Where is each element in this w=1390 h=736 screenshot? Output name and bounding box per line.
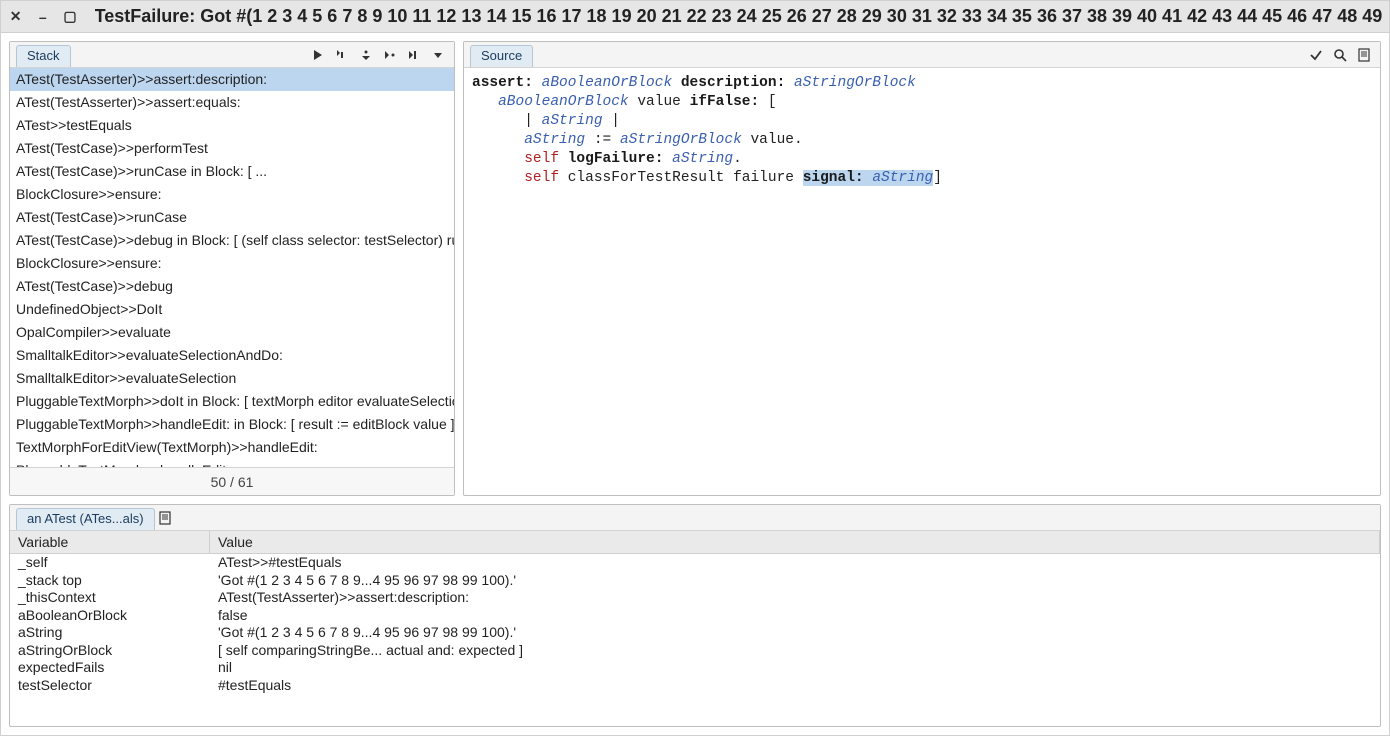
inspector-panel: an ATest (ATes...als) Variable Value _se… xyxy=(9,504,1381,727)
argument: aStringOrBlock xyxy=(794,75,916,91)
variable-name: _self xyxy=(10,554,210,572)
stack-row[interactable]: PluggableTextMorph>>doIt in Block: [ tex… xyxy=(10,390,454,413)
variable-value: ATest(TestAsserter)>>assert:description: xyxy=(210,589,1380,607)
variable-name: _thisContext xyxy=(10,589,210,607)
stack-row[interactable]: ATest(TestAsserter)>>assert:description: xyxy=(10,68,454,91)
message: failure xyxy=(733,170,794,186)
stack-row[interactable]: PluggableTextMorph>>handleEdit: in Block… xyxy=(10,413,454,436)
col-variable[interactable]: Variable xyxy=(10,531,210,553)
stack-row[interactable]: TextMorphForEditView(TextMorph)>>handleE… xyxy=(10,436,454,459)
variable-name: _stack top xyxy=(10,572,210,590)
keyword: assert: xyxy=(472,75,533,91)
variable-table-header: Variable Value xyxy=(10,531,1380,554)
selection-highlight: signal: aString xyxy=(803,170,934,186)
minimize-icon[interactable]: – xyxy=(34,8,51,26)
stack-counter: 50 / 61 xyxy=(10,467,454,495)
search-icon[interactable] xyxy=(1330,45,1350,65)
tab-source[interactable]: Source xyxy=(470,45,533,67)
debugger-window: ✕ – ▢ TestFailure: Got #(1 2 3 4 5 6 7 8… xyxy=(0,0,1390,736)
temp-var: aString xyxy=(672,151,733,167)
variable-name: aString xyxy=(10,624,210,642)
stack-row[interactable]: ATest>>testEquals xyxy=(10,114,454,137)
message: classForTestResult xyxy=(568,170,725,186)
keyword: description: xyxy=(681,75,785,91)
top-row: Stack xyxy=(9,41,1381,496)
temp-var: aString xyxy=(524,132,585,148)
run-to-here-icon[interactable] xyxy=(404,45,424,65)
step-into-icon[interactable] xyxy=(332,45,352,65)
stack-row[interactable]: ATest(TestCase)>>runCase in Block: [ ... xyxy=(10,160,454,183)
stack-list[interactable]: ATest(TestAsserter)>>assert:description:… xyxy=(10,68,454,467)
message: value. xyxy=(750,132,802,148)
stack-row[interactable]: SmalltalkEditor>>evaluateSelection xyxy=(10,367,454,390)
variable-table-body[interactable]: _selfATest>>#testEquals_stack top'Got #(… xyxy=(10,554,1380,726)
source-code[interactable]: assert: aBooleanOrBlock description: aSt… xyxy=(464,68,1380,495)
col-value[interactable]: Value xyxy=(210,531,1380,553)
keyword: ifFalse: xyxy=(690,94,760,110)
variable-value: 'Got #(1 2 3 4 5 6 7 8 9...4 95 96 97 98… xyxy=(210,572,1380,590)
argument: aStringOrBlock xyxy=(620,132,742,148)
variable-value: [ self comparingStringBe... actual and: … xyxy=(210,642,1380,660)
variable-row[interactable]: _selfATest>>#testEquals xyxy=(10,554,1380,572)
stack-row[interactable]: SmalltalkEditor>>evaluateSelectionAndDo: xyxy=(10,344,454,367)
variable-row[interactable]: testSelector#testEquals xyxy=(10,677,1380,695)
stack-row[interactable]: OpalCompiler>>evaluate xyxy=(10,321,454,344)
temp-var: aString xyxy=(542,113,603,129)
variable-value: false xyxy=(210,607,1380,625)
tab-stack[interactable]: Stack xyxy=(16,45,71,67)
argument: aBooleanOrBlock xyxy=(542,75,673,91)
maximize-icon[interactable]: ▢ xyxy=(61,8,78,26)
stack-row[interactable]: BlockClosure>>ensure: xyxy=(10,183,454,206)
variable-row[interactable]: _thisContextATest(TestAsserter)>>assert:… xyxy=(10,589,1380,607)
variable-name: aStringOrBlock xyxy=(10,642,210,660)
stack-panel-head: Stack xyxy=(10,42,454,68)
stack-row[interactable]: ATest(TestCase)>>runCase xyxy=(10,206,454,229)
stack-row[interactable]: ATest(TestCase)>>debug in Block: [ (self… xyxy=(10,229,454,252)
variable-row[interactable]: aString'Got #(1 2 3 4 5 6 7 8 9...4 95 9… xyxy=(10,624,1380,642)
variable-name: testSelector xyxy=(10,677,210,695)
page-icon[interactable] xyxy=(155,508,175,528)
variable-value: #testEquals xyxy=(210,677,1380,695)
stack-row[interactable]: ATest(TestCase)>>performTest xyxy=(10,137,454,160)
step-over-icon[interactable] xyxy=(356,45,376,65)
pseudo-self: self xyxy=(524,151,559,167)
window-title: TestFailure: Got #(1 2 3 4 5 6 7 8 9 10 … xyxy=(95,6,1383,27)
source-panel: Source assert: aBooleanOrBlock descripti… xyxy=(463,41,1381,496)
keyword: logFailure: xyxy=(568,151,664,167)
assign: := xyxy=(594,132,611,148)
variable-name: aBooleanOrBlock xyxy=(10,607,210,625)
accept-icon[interactable] xyxy=(1306,45,1326,65)
variable-row[interactable]: aStringOrBlock[ self comparingStringBe..… xyxy=(10,642,1380,660)
variable-name: expectedFails xyxy=(10,659,210,677)
keyword: signal: xyxy=(803,170,864,186)
variable-row[interactable]: aBooleanOrBlockfalse xyxy=(10,607,1380,625)
stack-panel: Stack xyxy=(9,41,455,496)
message: value xyxy=(637,94,681,110)
close-icon[interactable]: ✕ xyxy=(7,8,24,26)
stack-row[interactable]: ATest(TestCase)>>debug xyxy=(10,275,454,298)
content-area: Stack xyxy=(1,33,1389,735)
source-panel-head: Source xyxy=(464,42,1380,68)
variable-value: 'Got #(1 2 3 4 5 6 7 8 9...4 95 96 97 98… xyxy=(210,624,1380,642)
variable-row[interactable]: expectedFailsnil xyxy=(10,659,1380,677)
variable-row[interactable]: _stack top'Got #(1 2 3 4 5 6 7 8 9...4 9… xyxy=(10,572,1380,590)
dropdown-icon[interactable] xyxy=(428,45,448,65)
temp-var: aString xyxy=(872,170,933,186)
tab-inspector[interactable]: an ATest (ATes...als) xyxy=(16,508,155,530)
resume-icon[interactable] xyxy=(308,45,328,65)
inspector-head: an ATest (ATes...als) xyxy=(10,505,1380,531)
pseudo-self: self xyxy=(524,170,559,186)
argument: aBooleanOrBlock xyxy=(498,94,629,110)
titlebar: ✕ – ▢ TestFailure: Got #(1 2 3 4 5 6 7 8… xyxy=(1,1,1389,33)
step-through-icon[interactable] xyxy=(380,45,400,65)
variable-value: nil xyxy=(210,659,1380,677)
page-icon[interactable] xyxy=(1354,45,1374,65)
stack-row[interactable]: BlockClosure>>ensure: xyxy=(10,252,454,275)
variable-value: ATest>>#testEquals xyxy=(210,554,1380,572)
stack-row[interactable]: ATest(TestAsserter)>>assert:equals: xyxy=(10,91,454,114)
stack-row[interactable]: PluggableTextMorph>>handleEdit: xyxy=(10,459,454,467)
stack-row[interactable]: UndefinedObject>>DoIt xyxy=(10,298,454,321)
